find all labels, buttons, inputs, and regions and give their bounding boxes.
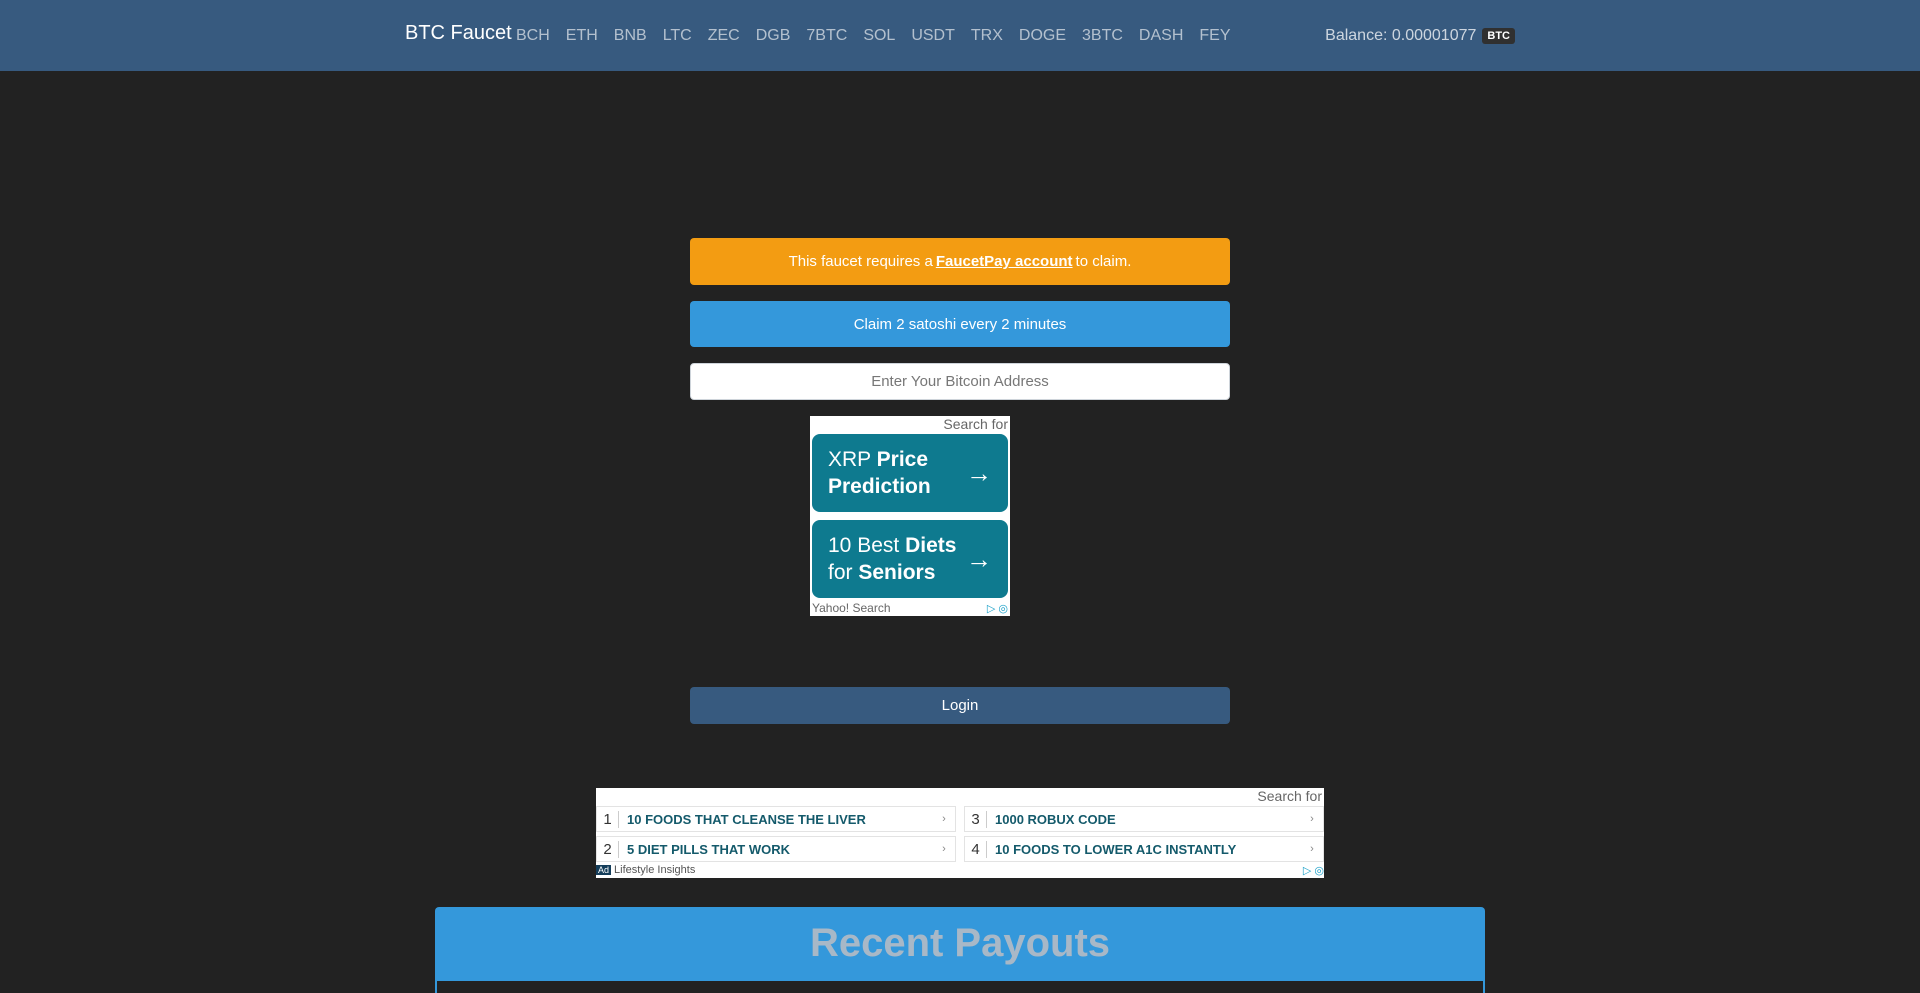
brand-link[interactable]: BTC Faucet — [405, 22, 512, 45]
requirement-suffix: to claim. — [1075, 253, 1132, 270]
nav-link-sol[interactable]: SOL — [855, 27, 903, 45]
ad-footer: Ad Lifestyle Insights ▷ ◎ — [596, 862, 1324, 878]
currency-badge: BTC — [1482, 27, 1515, 44]
ad-list-item[interactable]: 2 5 DIET PILLS THAT WORK › — [596, 836, 956, 862]
ad-list-item[interactable]: 4 10 FOODS TO LOWER A1C INSTANTLY › — [964, 836, 1324, 862]
ad-item-text: 10 FOODS THAT CLEANSE THE LIVER — [627, 811, 866, 827]
ad-tile-xrp-price-prediction[interactable]: XRP Price Prediction → — [812, 434, 1008, 512]
adchoices-icon[interactable]: ▷ ◎ — [987, 602, 1008, 615]
ad-item-text: 5 DIET PILLS THAT WORK — [627, 841, 790, 857]
faucetpay-requirement-alert: This faucet requires a FaucetPay account… — [690, 238, 1230, 285]
recent-payouts-title: Recent Payouts — [809, 921, 1111, 965]
ad-footer-left: Ad Lifestyle Insights — [596, 864, 695, 876]
chevron-right-icon: › — [942, 813, 946, 825]
ad-tile-best-diets-seniors[interactable]: 10 Best Diets for Seniors → — [812, 520, 1008, 598]
recent-payouts-body — [437, 981, 1483, 993]
claim-info-alert: Claim 2 satoshi every 2 minutes — [690, 301, 1230, 347]
nav-link-ltc[interactable]: LTC — [655, 27, 700, 45]
chevron-right-icon: › — [1310, 813, 1314, 825]
nav-link-usdt[interactable]: USDT — [903, 27, 963, 45]
balance-label: Balance: 0.00001077 — [1325, 26, 1477, 44]
ad-tile-bold-text: Seniors — [858, 561, 936, 584]
nav-links: BCH ETH BNB LTC ZEC DGB 7BTC SOL USDT TR… — [508, 0, 1239, 71]
ad-provider-label: Yahoo! Search — [812, 601, 891, 615]
bitcoin-address-input[interactable] — [690, 363, 1230, 400]
nav-link-eth[interactable]: ETH — [558, 27, 606, 45]
ad-list-item[interactable]: 3 1000 ROBUX CODE › — [964, 806, 1324, 832]
ad-tile-bold-text: Diets — [905, 534, 957, 557]
nav-link-zec[interactable]: ZEC — [700, 27, 748, 45]
ad-search-label: Search for — [943, 416, 1008, 432]
recent-payouts-panel: Recent Payouts — [435, 907, 1485, 993]
ad-item-number: 4 — [965, 840, 987, 858]
nav-link-dash[interactable]: DASH — [1131, 27, 1191, 45]
balance-display: Balance: 0.00001077 BTC — [1325, 0, 1515, 71]
ad-tile-text: XRP Price Prediction — [828, 446, 966, 500]
nav-link-dgb[interactable]: DGB — [748, 27, 799, 45]
ad-item-number: 3 — [965, 810, 987, 828]
ad-tile-plain-text: 10 Best — [828, 534, 906, 557]
navbar: BTC Faucet BCH ETH BNB LTC ZEC DGB 7BTC … — [0, 0, 1920, 71]
nav-link-bnb[interactable]: BNB — [606, 27, 655, 45]
ad-list-item[interactable]: 1 10 FOODS THAT CLEANSE THE LIVER › — [596, 806, 956, 832]
nav-link-doge[interactable]: DOGE — [1011, 27, 1074, 45]
ad-item-text: 1000 ROBUX CODE — [995, 811, 1116, 827]
nav-link-trx[interactable]: TRX — [963, 27, 1011, 45]
nav-link-bch[interactable]: BCH — [508, 27, 558, 45]
ad-tile-plain-text: for — [828, 561, 859, 584]
login-button[interactable]: Login — [690, 687, 1230, 724]
nav-link-fey[interactable]: FEY — [1191, 27, 1238, 45]
arrow-right-icon: → — [966, 457, 992, 488]
ad-item-number: 2 — [597, 840, 619, 858]
ad-footer: Yahoo! Search ▷ ◎ — [812, 600, 1008, 616]
ad-tag: Ad — [596, 865, 612, 875]
nav-link-3btc[interactable]: 3BTC — [1074, 27, 1131, 45]
chevron-right-icon: › — [1310, 843, 1314, 855]
adchoices-icon[interactable]: ▷ ◎ — [1303, 864, 1324, 877]
faucetpay-account-link[interactable]: FaucetPay account — [936, 253, 1073, 270]
ad-tile-plain-text: XRP — [828, 448, 877, 471]
search-ad-small: Search for XRP Price Prediction → 10 Bes… — [810, 416, 1010, 616]
arrow-right-icon: → — [966, 543, 992, 574]
ad-provider-label: Lifestyle Insights — [614, 864, 696, 876]
search-ad-wide: Search for 1 10 FOODS THAT CLEANSE THE L… — [596, 788, 1324, 878]
ad-item-number: 1 — [597, 810, 619, 828]
ad-item-text: 10 FOODS TO LOWER A1C INSTANTLY — [995, 841, 1237, 857]
chevron-right-icon: › — [942, 843, 946, 855]
ad-tile-text: 10 Best Diets for Seniors — [828, 532, 956, 586]
requirement-prefix: This faucet requires a — [788, 253, 933, 270]
nav-link-7btc[interactable]: 7BTC — [798, 27, 855, 45]
ad-search-label: Search for — [1257, 788, 1322, 804]
